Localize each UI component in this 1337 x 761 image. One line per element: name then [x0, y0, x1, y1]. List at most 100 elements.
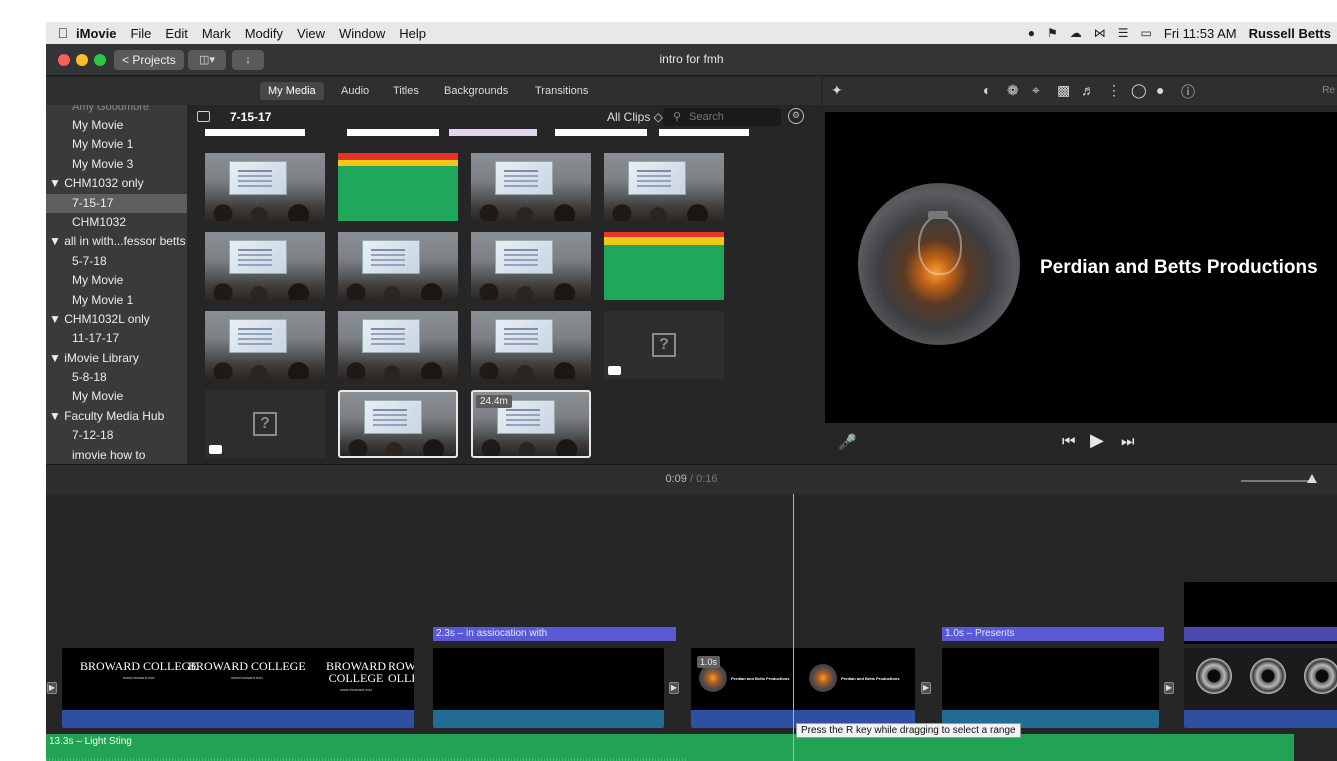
title-clip[interactable]: 1.0s – Presents [942, 627, 1164, 641]
clip-thumbnail[interactable] [205, 232, 325, 300]
video-clip[interactable] [1184, 648, 1337, 728]
sidebar-library[interactable]: ▼ CHM1032L only [46, 310, 187, 329]
clip-thumbnail[interactable] [604, 232, 724, 300]
sidebar-item[interactable]: My Movie [46, 116, 187, 135]
sidebar-toggle-icon[interactable] [197, 111, 210, 122]
transition-icon[interactable]: ▶ [921, 682, 931, 694]
playhead[interactable] [793, 494, 794, 761]
sidebar-library[interactable]: ▼ iMovie Library [46, 349, 187, 368]
menu-help[interactable]: Help [399, 26, 426, 41]
clip-thumbnail[interactable] [205, 153, 325, 221]
sidebar-library[interactable]: ▼ all in with...fessor betts [46, 232, 187, 251]
sidebar-item[interactable]: My Movie 1 [46, 135, 187, 154]
menu-mark[interactable]: Mark [202, 26, 231, 41]
missing-media-icon: ? [652, 333, 676, 357]
mini-title-text: Perdian and Betts Productions [841, 676, 900, 681]
status-flag-icon[interactable]: ⚑ [1047, 26, 1058, 40]
clip-thumbnail[interactable] [205, 311, 325, 379]
video-clip[interactable]: Perdian and Betts Productions Perdian an… [691, 648, 915, 728]
title-clip[interactable] [1184, 627, 1337, 641]
reset-label[interactable]: Re [1322, 85, 1335, 96]
sidebar-item[interactable]: 5-8-18 [46, 368, 187, 387]
sidebar-item[interactable]: 7-12-18 [46, 426, 187, 445]
zoom-slider[interactable] [1241, 480, 1311, 482]
sidebar-item[interactable]: 5-7-18 [46, 252, 187, 271]
transition-icon[interactable]: ▶ [669, 682, 679, 694]
user-name[interactable]: Russell Betts [1249, 26, 1331, 41]
sidebar-item-selected[interactable]: 7-15-17 [46, 193, 187, 213]
wifi-icon[interactable]: ☰ [1118, 26, 1129, 40]
video-clip[interactable] [942, 648, 1159, 728]
audio-clip[interactable]: 13.3s – Light Sting [46, 734, 1294, 761]
clock[interactable]: Fri 11:53 AM [1164, 26, 1237, 41]
menu-app[interactable]: iMovie [76, 26, 116, 41]
clip-thumbnail-selected[interactable] [338, 390, 458, 458]
tab-titles[interactable]: Titles [385, 82, 427, 100]
gear-icon[interactable]: ⚙ [788, 108, 804, 124]
video-clip[interactable] [433, 648, 664, 728]
clip-thumbnail[interactable] [338, 153, 458, 221]
menu-window[interactable]: Window [339, 26, 385, 41]
status-cloud-icon[interactable]: ☁ [1070, 26, 1082, 40]
sidebar-item[interactable]: My Movie [46, 271, 187, 290]
clip-thumbnail[interactable] [338, 232, 458, 300]
volume-icon[interactable]: ♬ [1081, 82, 1095, 98]
clip-thumbnail-selected[interactable]: 24.4m [471, 390, 591, 458]
sidebar-item[interactable]: CHM1032 [46, 213, 187, 232]
thumb-strip[interactable] [555, 129, 647, 136]
menu-bar:  iMovie File Edit Mark Modify View Wind… [46, 22, 1337, 44]
crop-icon[interactable]: ⌖ [1032, 82, 1040, 99]
apple-menu-icon[interactable]:  [50, 25, 76, 41]
clip-thumbnail[interactable] [604, 153, 724, 221]
thumb-strip[interactable] [205, 129, 305, 136]
stabilization-icon[interactable]: ▩ [1057, 82, 1070, 99]
sidebar-item[interactable]: My Movie [46, 387, 187, 406]
thumb-strip[interactable] [347, 129, 439, 136]
clip-thumbnail[interactable] [471, 311, 591, 379]
color-balance-icon[interactable]: ◐ [983, 82, 991, 98]
menu-file[interactable]: File [130, 26, 151, 41]
transition-icon[interactable]: ▶ [1164, 682, 1174, 694]
sidebar-item[interactable]: My Movie 3 [46, 155, 187, 174]
tab-audio[interactable]: Audio [333, 82, 377, 100]
menu-modify[interactable]: Modify [245, 26, 283, 41]
status-app-icon[interactable]: ● [1028, 26, 1035, 40]
zoom-slider-knob[interactable] [1307, 474, 1317, 483]
lens-image [1250, 658, 1286, 694]
clip-thumbnail[interactable] [338, 311, 458, 379]
missing-clip-thumbnail[interactable]: ? [604, 311, 724, 379]
sidebar-item[interactable]: 11-17-17 [46, 329, 187, 348]
color-palette-icon[interactable]: ❁ [1007, 82, 1019, 99]
clip-thumbnail[interactable] [471, 232, 591, 300]
video-clip[interactable]: BROWARD COLLEGE www.broward.edu BROWARD … [62, 648, 414, 728]
thumb-strip[interactable] [449, 129, 537, 136]
clip-thumbnail[interactable] [471, 153, 591, 221]
menu-edit[interactable]: Edit [165, 26, 187, 41]
equalizer-icon[interactable]: ⋮ [1107, 82, 1121, 99]
airplay-icon[interactable]: ▭ [1141, 26, 1152, 40]
sidebar-item[interactable]: My Movie 1 [46, 291, 187, 310]
skip-back-button[interactable]: ⏮ [1062, 433, 1076, 450]
microphone-icon[interactable]: 🎤 [838, 433, 857, 451]
speed-icon[interactable]: ◯ [1131, 82, 1147, 99]
clip-filter-dropdown[interactable]: All Clips ◇ [607, 110, 663, 124]
sidebar-library[interactable]: ▼ Faculty Media Hub [46, 407, 187, 426]
tab-backgrounds[interactable]: Backgrounds [436, 82, 516, 100]
thumb-strip[interactable] [659, 129, 749, 136]
play-button[interactable]: ▶ [1090, 430, 1104, 451]
transition-icon[interactable]: ▶ [47, 682, 57, 694]
tab-transitions[interactable]: Transitions [527, 82, 596, 100]
skip-forward-button[interactable]: ⏭ [1121, 433, 1135, 450]
menu-view[interactable]: View [297, 26, 325, 41]
sidebar-item[interactable]: Amy Goodmore [46, 105, 187, 116]
missing-media-icon: ? [253, 412, 277, 436]
missing-clip-thumbnail[interactable]: ? [205, 390, 325, 458]
clip-filter-icon[interactable]: ● [1156, 82, 1164, 98]
sidebar-item[interactable]: imovie how to [46, 446, 187, 464]
tab-my-media[interactable]: My Media [260, 82, 324, 100]
enhance-wand-icon[interactable]: ✦ [831, 82, 843, 99]
sidebar-library[interactable]: ▼ CHM1032 only [46, 174, 187, 193]
title-clip[interactable]: 2.3s – in assiocation with [433, 627, 676, 641]
bluetooth-icon[interactable]: ⋈ [1094, 26, 1106, 40]
info-icon[interactable]: ⓘ [1181, 82, 1195, 102]
